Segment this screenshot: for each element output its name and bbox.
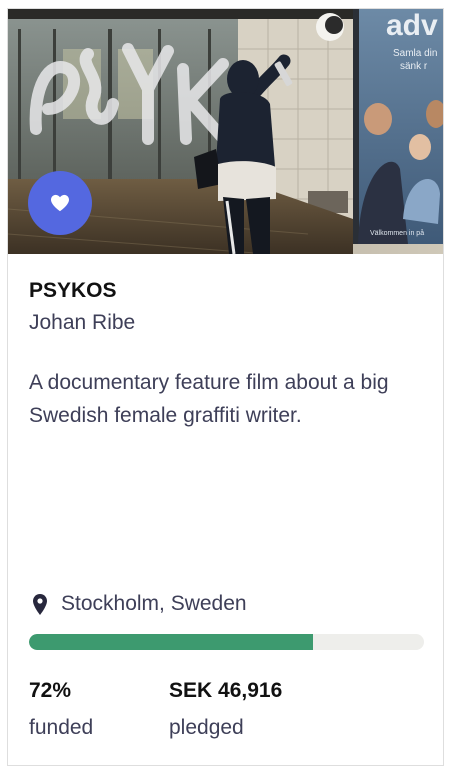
funding-progress-bar [29,634,424,650]
heart-icon [51,194,69,212]
pledged-amount: SEK 46,916 [169,679,283,702]
project-blurb: A documentary feature film about a big S… [29,371,389,427]
pledged-stat: SEK 46,916 pledged [169,679,282,740]
funded-percent: 72% [29,679,72,702]
project-title[interactable]: PSYKOS [29,279,117,303]
project-image[interactable]: adv Samla din sänk r Välkommen in på [8,9,443,254]
funded-stat: 72% funded [29,679,93,740]
poster-line-1: Samla din [393,48,437,59]
favorite-button[interactable] [28,171,92,235]
project-creator: Johan Ribe [29,311,136,334]
project-location[interactable]: Stockholm, Sweden [29,592,247,616]
funded-label: funded [29,716,94,739]
poster-line-2: sänk r [400,61,428,72]
map-pin-icon [33,593,47,615]
pledged-label: pledged [169,716,244,739]
location-label: Stockholm, Sweden [61,592,247,615]
poster-ad-word: adv [386,9,438,42]
funding-progress-fill [29,634,314,650]
project-card[interactable]: adv Samla din sänk r Välkommen in på PSY… [7,8,444,766]
poster-footer: Välkommen in på [370,229,424,237]
